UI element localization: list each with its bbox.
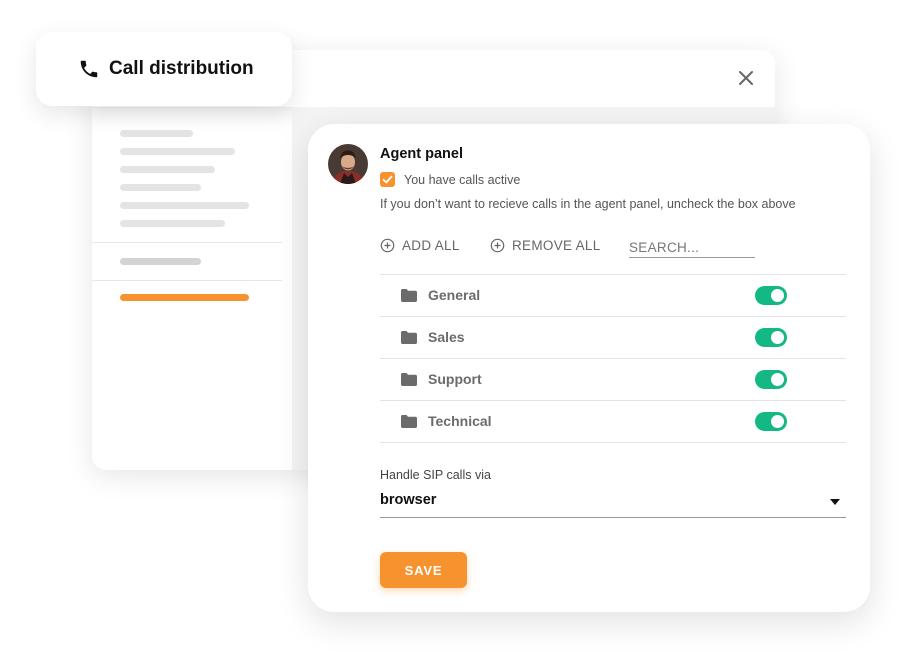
save-button[interactable]: SAVE [380,552,467,588]
sidebar-divider [92,280,282,281]
plus-circle-icon [380,238,395,253]
folder-icon [401,289,417,302]
agent-panel-hint: If you don’t want to recieve calls in th… [380,197,796,211]
sip-label: Handle SIP calls via [380,468,491,482]
queue-toggle[interactable] [755,370,787,389]
page-title: Call distribution [109,58,254,79]
toggle-knob [771,289,784,302]
phone-icon [80,60,98,78]
queue-toggle[interactable] [755,328,787,347]
check-icon [382,175,393,184]
sidebar-placeholder-line [120,184,201,191]
remove-all-label: REMOVE ALL [512,238,601,253]
queue-list: General Sales Support Technical [380,274,846,443]
folder-icon [401,373,417,386]
toggle-knob [771,415,784,428]
queue-row: Support [380,358,846,400]
plus-circle-icon [490,238,505,253]
sidebar-placeholder-line [120,130,193,137]
sip-select[interactable]: browser [380,490,846,518]
sidebar-active-item[interactable] [120,294,249,301]
folder-icon [401,331,417,344]
queue-toggle[interactable] [755,286,787,305]
queue-name: Technical [428,413,492,429]
queue-name: Support [428,371,482,387]
sidebar-placeholder-line [120,202,249,209]
sidebar-placeholder-line [120,148,235,155]
queue-name: General [428,287,481,303]
sidebar-placeholder-line [120,258,201,265]
agent-panel-card: Agent panel You have calls active If you… [308,124,870,612]
calls-active-checkbox[interactable] [380,172,395,187]
title-card: Call distribution [36,32,292,106]
sidebar-placeholder-line [120,166,215,173]
queue-name: Sales [428,329,465,345]
add-all-label: ADD ALL [402,238,460,253]
sip-select-value: browser [380,492,437,508]
queue-row: Technical [380,400,846,443]
avatar [328,144,368,184]
calls-active-label: You have calls active [404,172,521,187]
calls-active-row: You have calls active [380,172,520,187]
queue-toggle[interactable] [755,412,787,431]
caret-down-icon [830,499,840,505]
search-input[interactable] [629,238,755,258]
remove-all-button[interactable]: REMOVE ALL [490,238,601,253]
queue-actions: ADD ALL REMOVE ALL [380,238,846,260]
close-icon[interactable] [737,69,755,87]
toggle-knob [771,331,784,344]
queue-row: Sales [380,316,846,358]
queue-row: General [380,274,846,316]
sidebar-placeholder-line [120,220,225,227]
folder-icon [401,415,417,428]
sidebar-divider [92,242,282,243]
agent-panel-title: Agent panel [380,146,463,162]
toggle-knob [771,373,784,386]
add-all-button[interactable]: ADD ALL [380,238,460,253]
